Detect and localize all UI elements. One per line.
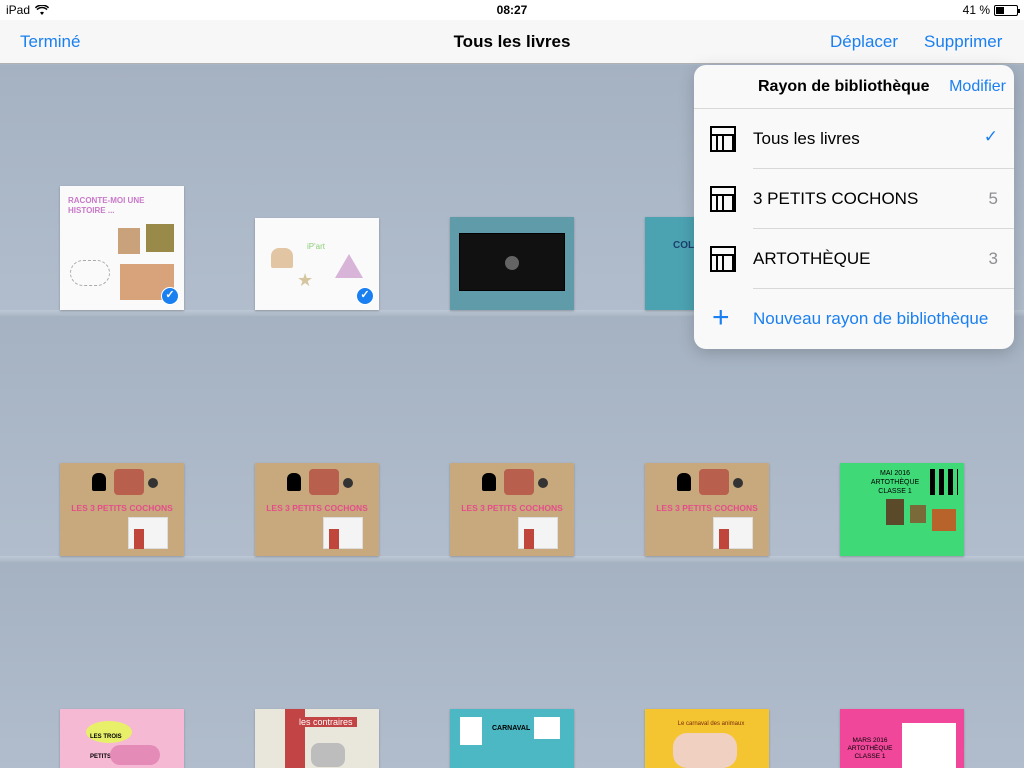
book-cover[interactable]: RACONTE-MOI UNE HISTOIRE ... ✓ <box>60 186 184 310</box>
book-title: LES 3 PETITS COCHONS <box>461 503 563 513</box>
icon-grid <box>902 723 956 768</box>
pig-image <box>309 469 339 495</box>
shelf-popover: Rayon de bibliothèque Modifier Tous les … <box>694 65 1014 349</box>
star-icon: ★ <box>297 270 314 290</box>
pig-shape <box>110 745 160 765</box>
book-title: iP'art <box>307 242 325 251</box>
silhouette-image <box>482 473 496 491</box>
figure-image <box>329 529 339 549</box>
book-title: les contraires <box>295 717 357 727</box>
book-title: RACONTE-MOI UNE HISTOIRE ... <box>68 196 145 215</box>
book-cover[interactable]: MAI 2016 ARTOTHÈQUE CLASSE 1 <box>840 463 964 556</box>
shelf-icon <box>710 186 736 212</box>
shelf-icon <box>710 246 736 272</box>
pig-image <box>699 469 729 495</box>
video-thumbnail <box>459 233 565 291</box>
book-title: CARNAVAL <box>492 725 531 732</box>
book-title: Le carnaval des animaux <box>677 721 745 727</box>
book-cover[interactable]: les contraires <box>255 709 379 768</box>
book-title: LES 3 PETITS COCHONS <box>266 503 368 513</box>
book-title: MAI 2016 ARTOTHÈQUE CLASSE 1 <box>870 470 920 495</box>
book-cover[interactable]: CARNAVAL <box>450 709 574 768</box>
play-icon <box>505 256 519 270</box>
book-image <box>534 717 560 739</box>
popover-header: Rayon de bibliothèque Modifier <box>694 65 1014 109</box>
hand-image <box>673 733 737 768</box>
battery-icon <box>994 4 1020 16</box>
figure-image <box>134 529 144 549</box>
elephant-image <box>311 743 345 767</box>
book-title: MARS 2016 ARTOTHÈQUE CLASSE 1 <box>847 737 893 760</box>
speaker-icon <box>148 478 158 488</box>
book-cover[interactable]: Le carnaval des animaux <box>645 709 769 768</box>
book-cover[interactable]: LES 3 PETITS COCHONS <box>645 463 769 556</box>
shelf-item-artotheque[interactable]: ARTOTHÈQUE 3 <box>694 229 1014 289</box>
shelf-item-all-books[interactable]: Tous les livres ✓ <box>694 109 1014 169</box>
book-image <box>118 228 140 254</box>
checkmark-icon: ✓ <box>983 127 998 146</box>
book-title: LES 3 PETITS COCHONS <box>656 503 758 513</box>
selected-check-icon: ✓ <box>356 287 374 305</box>
move-button[interactable]: Déplacer <box>830 32 898 52</box>
heart-shape <box>271 248 293 268</box>
book-cover[interactable] <box>450 217 574 310</box>
shelf-item-3-petits-cochons[interactable]: 3 PETITS COCHONS 5 <box>694 169 1014 229</box>
battery-percent: 41 % <box>962 3 990 17</box>
book-image <box>910 505 926 523</box>
popover-title: Rayon de bibliothèque <box>758 78 930 95</box>
status-right: 41 % <box>962 3 1020 17</box>
book-cover[interactable]: LES TROIS PETITS <box>60 709 184 768</box>
edit-button[interactable]: Modifier <box>949 78 1006 96</box>
battery-fill <box>996 6 1005 14</box>
book-title: LES 3 PETITS COCHONS <box>71 503 173 513</box>
cloud-shape <box>70 260 110 286</box>
silhouette-image <box>92 473 106 491</box>
figure-image <box>719 529 729 549</box>
clock: 08:27 <box>496 3 528 17</box>
book-image <box>146 224 174 252</box>
book-image <box>886 499 904 525</box>
shelf-item-count: 3 <box>988 249 998 268</box>
status-bar: iPad 08:27 41 % <box>0 0 1024 20</box>
book-cover[interactable]: LES 3 PETITS COCHONS <box>255 463 379 556</box>
pig-image <box>114 469 144 495</box>
speaker-icon <box>343 478 353 488</box>
book-image <box>932 509 956 531</box>
selected-check-icon: ✓ <box>161 287 179 305</box>
silhouette-image <box>677 473 691 491</box>
book-cover[interactable]: MARS 2016 ARTOTHÈQUE CLASSE 1 <box>840 709 964 768</box>
silhouette-image <box>287 473 301 491</box>
shelf-item-count: 5 <box>988 189 998 208</box>
speaker-icon <box>538 478 548 488</box>
book-cover[interactable]: LES 3 PETITS COCHONS <box>60 463 184 556</box>
shelf-item-label: 3 PETITS COCHONS <box>753 189 919 208</box>
speaker-icon <box>733 478 743 488</box>
shelf-item-label: ARTOTHÈQUE <box>753 249 871 268</box>
pig-image <box>504 469 534 495</box>
book-cover[interactable]: iP'art ★ ✓ <box>255 218 379 310</box>
figure-image <box>524 529 534 549</box>
delete-button[interactable]: Supprimer <box>924 32 1002 52</box>
navigation-bar: Terminé Tous les livres Déplacer Supprim… <box>0 20 1024 64</box>
icon-grid <box>930 469 958 495</box>
book-cover[interactable]: LES 3 PETITS COCHONS <box>450 463 574 556</box>
new-shelf-label: Nouveau rayon de bibliothèque <box>753 309 989 328</box>
shelf-icon <box>710 126 736 152</box>
shelf-item-label: Tous les livres <box>753 129 860 148</box>
plus-icon: + <box>712 301 730 334</box>
book-image <box>460 717 482 745</box>
new-shelf-button[interactable]: + Nouveau rayon de bibliothèque <box>694 289 1014 349</box>
triangle-shape <box>335 254 363 278</box>
